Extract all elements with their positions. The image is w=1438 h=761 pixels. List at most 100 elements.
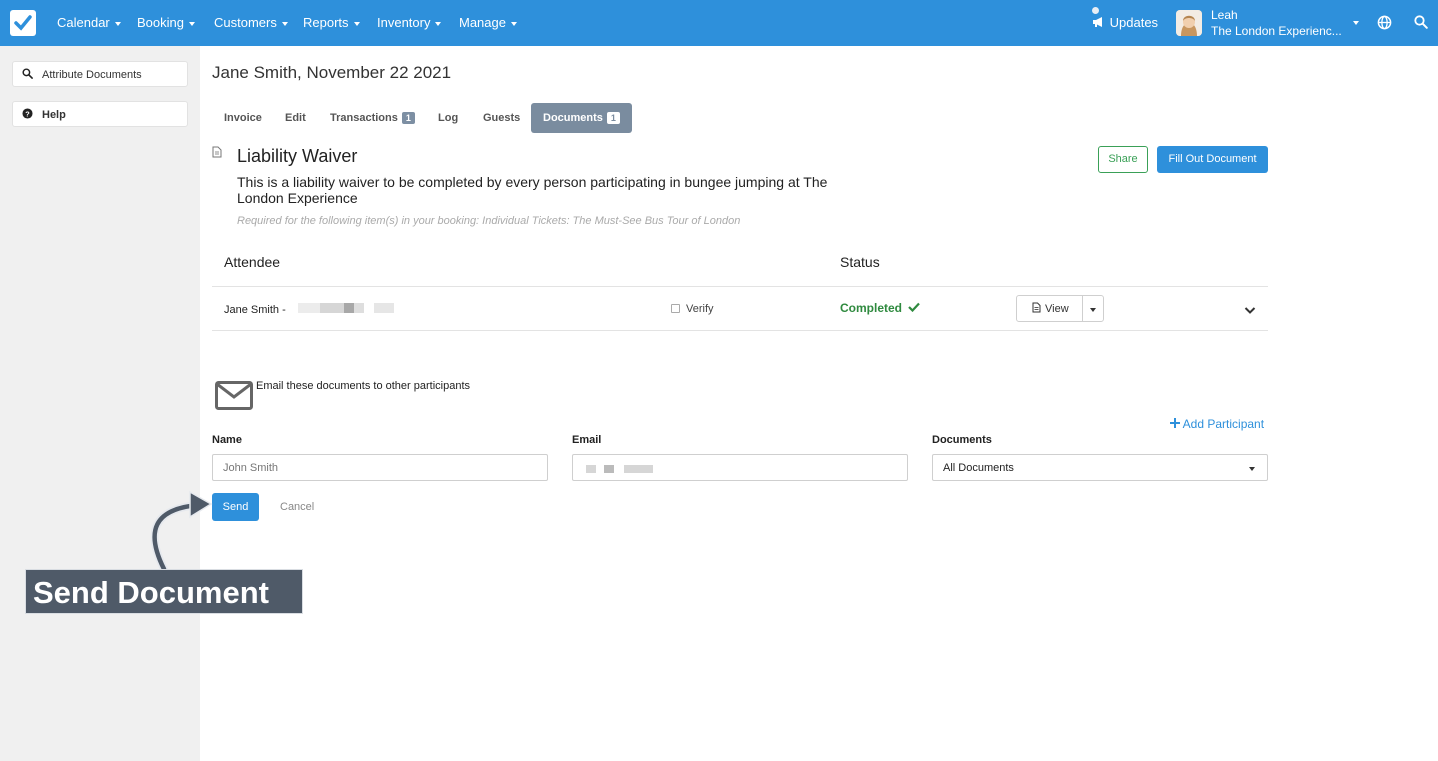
nav-calendar[interactable]: Calendar xyxy=(57,15,121,30)
count-badge: 1 xyxy=(606,112,620,124)
tab-label: Documents xyxy=(543,112,603,124)
send-document-callout: Send Document xyxy=(25,569,303,614)
name-field-label: Name xyxy=(212,434,242,446)
email-input[interactable] xyxy=(572,454,908,481)
tab-label: Log xyxy=(438,112,459,124)
email-participants-heading: Email these documents to other participa… xyxy=(256,380,471,392)
chevron-down-icon xyxy=(353,21,360,26)
tab-edit[interactable]: Edit xyxy=(285,103,306,133)
nav-calendar-label: Calendar xyxy=(57,15,110,30)
sidebar: Attribute Documents ? Help xyxy=(0,46,200,761)
view-document-button[interactable]: View xyxy=(1016,295,1083,322)
sidebar-item-help[interactable]: ? Help xyxy=(12,101,188,127)
tab-label: Invoice xyxy=(224,112,262,124)
document-icon xyxy=(1032,302,1041,316)
document-icon xyxy=(212,145,222,163)
attendee-column-header: Attendee xyxy=(224,254,281,270)
user-organization[interactable]: The London Experienc... xyxy=(1211,24,1342,38)
redacted-text xyxy=(624,465,653,473)
callout-text: Send Document xyxy=(33,575,269,610)
tab-invoice[interactable]: Invoice xyxy=(224,103,262,133)
user-name[interactable]: Leah xyxy=(1211,8,1238,22)
redacted-text xyxy=(320,303,344,313)
sidebar-item-attribute-documents[interactable]: Attribute Documents xyxy=(12,61,188,87)
sidebar-item-label: Attribute Documents xyxy=(42,69,142,81)
nav-inventory[interactable]: Inventory xyxy=(377,15,442,30)
chevron-down-icon xyxy=(114,21,121,26)
user-avatar[interactable] xyxy=(1176,10,1202,36)
verify-checkbox[interactable] xyxy=(671,304,680,313)
notification-dot xyxy=(1092,7,1099,14)
sidebar-item-label: Help xyxy=(42,109,66,121)
redacted-text xyxy=(344,303,354,313)
nav-inventory-label: Inventory xyxy=(377,15,431,30)
callout-arrow-icon xyxy=(140,485,220,578)
name-input[interactable]: John Smith xyxy=(212,454,548,481)
redacted-text xyxy=(298,303,320,313)
verify-label[interactable]: Verify xyxy=(686,303,714,315)
chevron-down-icon xyxy=(281,21,288,26)
chevron-down-icon[interactable] xyxy=(1244,302,1256,320)
documents-field-label: Documents xyxy=(932,434,992,446)
tab-label: Guests xyxy=(483,112,521,124)
attendee-name: Jane Smith - xyxy=(224,304,286,316)
caret-down-icon xyxy=(1090,308,1096,312)
redacted-text xyxy=(374,303,394,313)
documents-selected-value: All Documents xyxy=(943,462,1014,474)
chevron-down-icon xyxy=(435,21,442,26)
checkmark-icon xyxy=(908,302,921,313)
envelope-icon xyxy=(215,381,253,415)
tab-documents[interactable]: Documents 1 xyxy=(531,103,632,133)
globe-icon[interactable] xyxy=(1377,15,1392,35)
redacted-text xyxy=(354,303,364,313)
caret-down-icon xyxy=(1249,467,1255,471)
tab-log[interactable]: Log xyxy=(438,103,458,133)
status-badge: Completed xyxy=(840,301,921,315)
view-label: View xyxy=(1045,303,1069,315)
tab-label: Edit xyxy=(285,112,306,124)
document-description: This is a liability waiver to be complet… xyxy=(237,174,828,206)
app-logo-icon[interactable] xyxy=(10,10,36,36)
megaphone-icon xyxy=(1093,17,1102,27)
add-participant-link[interactable]: Add Participant xyxy=(1170,417,1264,431)
nav-booking[interactable]: Booking xyxy=(137,15,195,30)
nav-manage[interactable]: Manage xyxy=(459,15,517,30)
chevron-down-icon xyxy=(510,21,517,26)
nav-manage-label: Manage xyxy=(459,15,506,30)
status-text: Completed xyxy=(840,301,903,315)
tab-transactions[interactable]: Transactions 1 xyxy=(330,103,415,133)
nav-customers[interactable]: Customers xyxy=(214,15,288,30)
tab-guests[interactable]: Guests xyxy=(483,103,520,133)
view-options-dropdown[interactable] xyxy=(1082,295,1104,322)
nav-customers-label: Customers xyxy=(214,15,277,30)
document-required-note: Required for the following item(s) in yo… xyxy=(237,215,741,227)
add-participant-label: Add Participant xyxy=(1182,417,1265,431)
nav-reports[interactable]: Reports xyxy=(303,15,360,30)
cancel-button[interactable]: Cancel xyxy=(280,501,314,513)
updates-button[interactable]: Updates xyxy=(1092,15,1158,30)
divider xyxy=(212,330,1268,331)
status-column-header: Status xyxy=(840,254,880,270)
nav-reports-label: Reports xyxy=(303,15,349,30)
redacted-text xyxy=(586,465,596,473)
count-badge: 1 xyxy=(401,112,415,124)
search-icon xyxy=(22,68,33,82)
updates-label: Updates xyxy=(1109,15,1159,30)
nav-booking-label: Booking xyxy=(137,15,184,30)
search-icon[interactable] xyxy=(1414,15,1428,34)
documents-select[interactable]: All Documents xyxy=(932,454,1268,481)
name-placeholder: John Smith xyxy=(223,462,279,474)
document-title: Liability Waiver xyxy=(237,146,358,166)
top-navbar: Calendar Booking Customers Reports Inven… xyxy=(0,0,1438,46)
redacted-text xyxy=(604,465,614,473)
fill-out-document-button[interactable]: Fill Out Document xyxy=(1157,146,1268,173)
tab-label: Transactions xyxy=(330,112,398,124)
page-title: Jane Smith, November 22 2021 xyxy=(212,63,452,82)
svg-text:?: ? xyxy=(25,109,30,118)
email-field-label: Email xyxy=(572,434,602,446)
plus-icon xyxy=(1170,418,1180,428)
share-button[interactable]: Share xyxy=(1098,146,1148,173)
chevron-down-icon xyxy=(188,21,195,26)
question-circle-icon: ? xyxy=(22,108,33,122)
chevron-down-icon[interactable] xyxy=(1353,21,1359,25)
